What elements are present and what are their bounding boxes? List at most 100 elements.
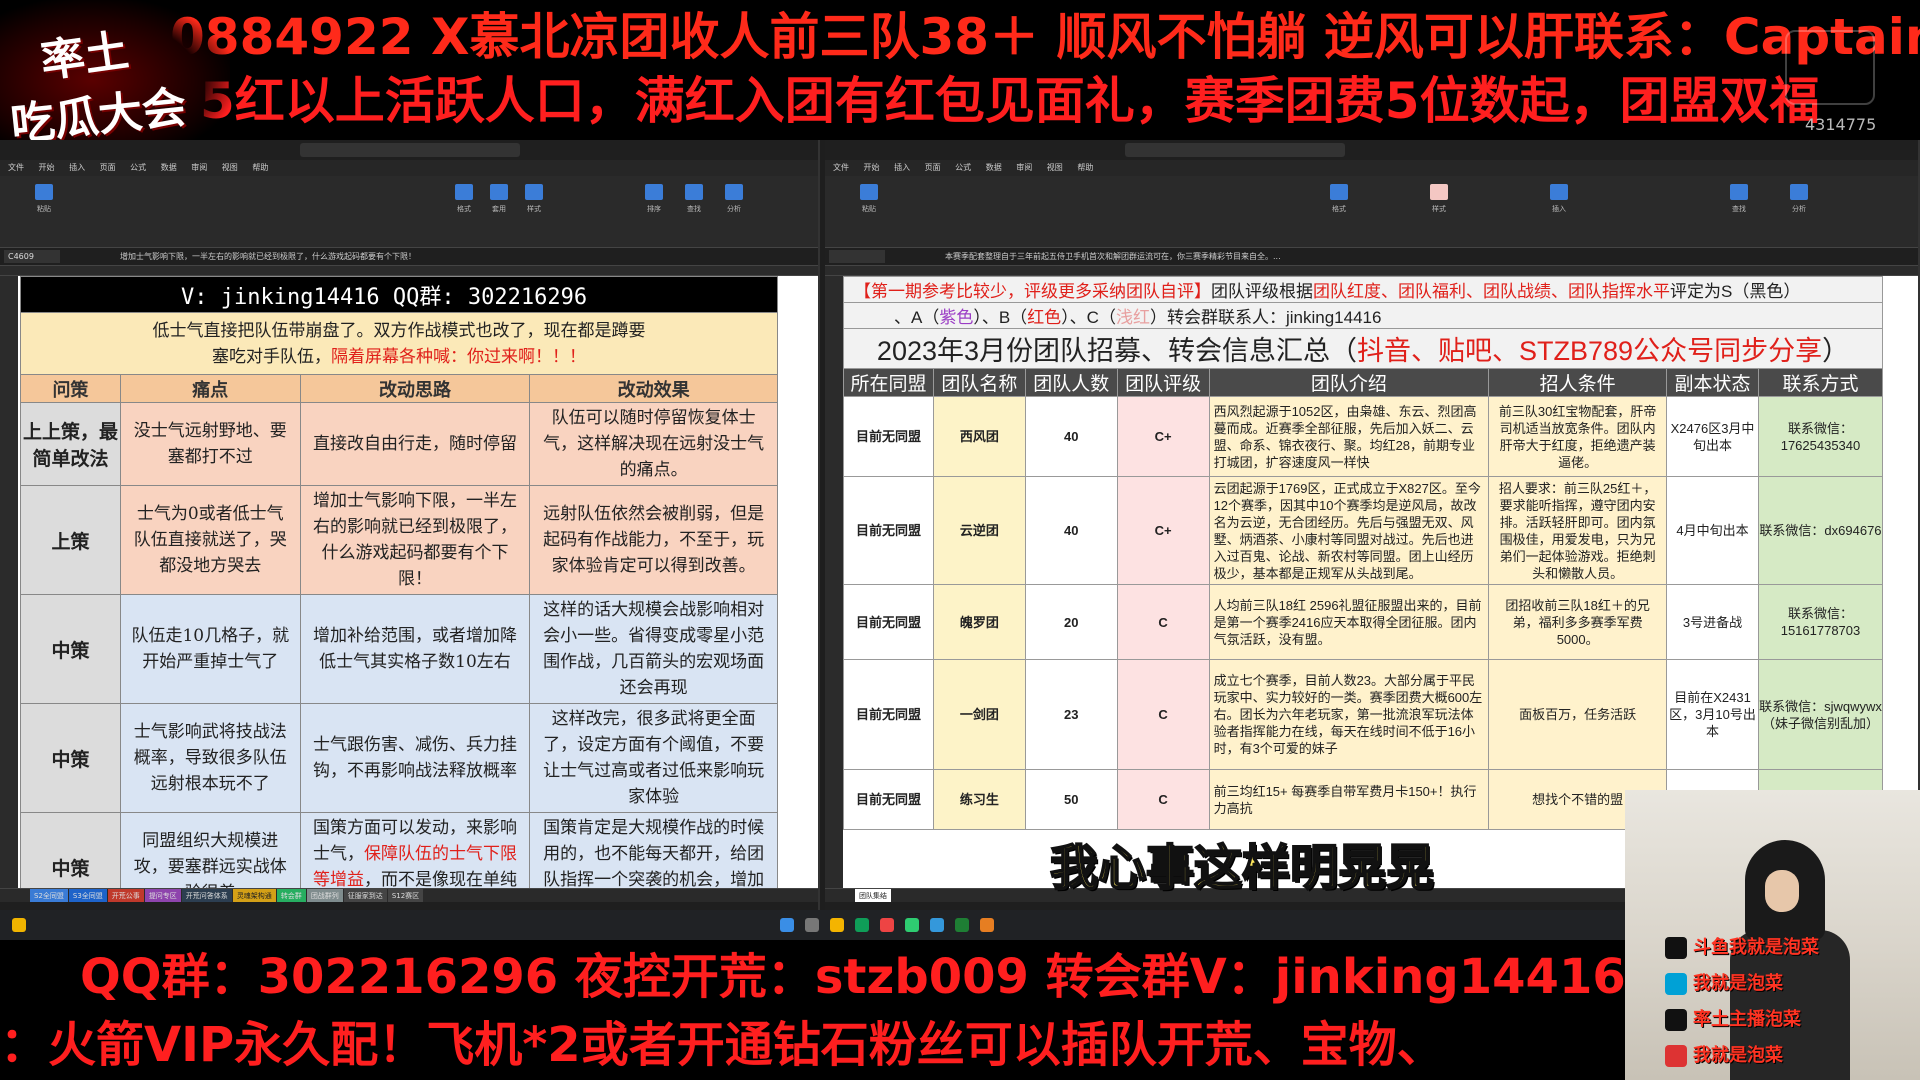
idea-cell: 直接改自由行走，随时停留 xyxy=(299,402,531,486)
stream-logo: 率土 吃瓜大会 xyxy=(0,0,230,160)
sheet-tab[interactable]: 开荒问答体系 xyxy=(181,889,232,902)
social-handle: 率土主播泡菜 xyxy=(1665,1002,1915,1038)
requirement-cell: 面板百万，任务活跃 xyxy=(1488,659,1668,770)
team-size-cell: 23 xyxy=(1024,659,1118,770)
insert-icon xyxy=(1550,184,1568,200)
top-banner-line1: 0884922 X慕北凉团收人前三队38＋ 顺风不怕躺 逆风可以肝联系：Capt… xyxy=(170,8,1920,66)
alliance-cell: 目前无同盟 xyxy=(843,659,934,770)
wechat-icon[interactable] xyxy=(905,918,919,932)
sheet-tab[interactable]: 开荒公事 xyxy=(107,889,144,902)
pain-cell: 士气影响武将技战法概率，导致很多队伍远射根本玩不了 xyxy=(119,703,301,813)
row-numbers xyxy=(0,276,18,888)
cell-style-button[interactable]: 样式 xyxy=(520,184,548,224)
col-header: 团队评级 xyxy=(1116,368,1210,397)
toutiao-icon xyxy=(1665,1045,1687,1067)
folder-icon[interactable] xyxy=(830,918,844,932)
qq-icon[interactable] xyxy=(930,918,944,932)
sheet-tab[interactable]: 征服家到达 xyxy=(343,889,387,902)
sort-button[interactable]: 排序 xyxy=(640,184,668,224)
col-header: 副本状态 xyxy=(1666,368,1759,397)
sheet-tab[interactable]: 转会群 xyxy=(276,889,306,902)
menu-bar: 文件 开始 插入 页面 公式 数据 审阅 视图 帮助 xyxy=(825,160,1918,176)
ribbon: 粘贴 格式 样式 插入 查找 分析 xyxy=(825,176,1918,248)
name-box[interactable] xyxy=(829,250,885,263)
paste-button[interactable]: 粘贴 xyxy=(855,184,883,224)
sheet-area[interactable]: V: jinking14416 QQ群: 302216296 低士气直接把队伍带… xyxy=(0,276,818,888)
col-header: 所在同盟 xyxy=(843,368,934,397)
format-icon xyxy=(1330,184,1348,200)
status-cell: 4月中旬出本 xyxy=(1666,476,1759,585)
app-icon[interactable] xyxy=(880,918,894,932)
start-icon[interactable] xyxy=(780,918,794,932)
conditional-format-button[interactable]: 格式 xyxy=(450,184,478,224)
contact-cell: 联系微信：dx694676 xyxy=(1757,476,1884,585)
search-box[interactable] xyxy=(300,143,520,157)
find-button[interactable]: 查找 xyxy=(1725,184,1753,224)
pain-cell: 同盟组织大规模进攻，要塞群远实战体验很差 xyxy=(119,812,301,888)
recruit-table: 【第一期参考比较少，评级更多采纳团队自评】团队评级根据团队红度、团队福利、团队战… xyxy=(843,276,1884,830)
intro-cell: 前三均红15+ 每赛季自带军费月卡150+！执行力高抗 xyxy=(1208,769,1490,830)
col-header: 问策 xyxy=(20,374,121,403)
note-cell: 低士气直接把队伍带崩盘了。双方作战模式也改了，现在都是蹲要 塞吃对手队伍，隔着屏… xyxy=(20,312,778,375)
col-header: 招人条件 xyxy=(1488,368,1668,397)
formula-text: 本赛季配套整理自于三年前起五侍卫手机首次和解团群运流可在，你三赛季精彩节目来自全… xyxy=(945,252,1281,261)
team-name-cell: 云逆团 xyxy=(932,476,1026,585)
analyze-icon xyxy=(725,184,743,200)
requirement-cell: 招人要求：前三队25红＋，要求能听指挥，遵守团内安排。活跃轻肝即可。团内氛围极佳… xyxy=(1488,476,1668,585)
sheet-tab[interactable]: S3全同盟 xyxy=(68,889,107,902)
team-size-cell: 20 xyxy=(1024,584,1118,660)
rating-a: 、A（ xyxy=(894,308,940,327)
title-red: 抖音、贴吧、STZB789公众号同步分享 xyxy=(1357,336,1823,366)
social-handle: 我就是泡菜 xyxy=(1665,1038,1915,1074)
table-row: 目前无同盟 云逆团 40 C+ 云团起源于1769区，正式成立于X827区。至今… xyxy=(843,476,1884,585)
table-row: 目前无同盟 西风团 40 C+ 西风烈起源于1052区，由枭雄、东云、烈团高蔓而… xyxy=(843,396,1884,477)
sheet-tab[interactable]: 提问专区 xyxy=(144,889,181,902)
analyze-button[interactable]: 分析 xyxy=(1785,184,1813,224)
rating-b: ）、B（ xyxy=(973,308,1028,327)
sheet-tab[interactable]: 团战群列 xyxy=(306,889,343,902)
search-box[interactable] xyxy=(1125,143,1345,157)
intro-cell: 西风烈起源于1052区，由枭雄、东云、烈团高蔓而成。近赛季全部征服，先后加入妖二… xyxy=(1208,396,1490,477)
name-box[interactable]: C4609 xyxy=(4,250,60,263)
analyze-button[interactable]: 分析 xyxy=(720,184,748,224)
rating-a-color: 紫色 xyxy=(939,308,974,327)
alliance-cell: 目前无同盟 xyxy=(843,584,934,660)
sheet-tab[interactable]: 团队集结 xyxy=(855,889,891,902)
formula-bar[interactable]: C4609 增加士气影响下限，一半左右的影响就已经到极限了，什么游戏起码都要有个… xyxy=(0,248,818,266)
douyu-watermark: 4314775 xyxy=(1745,25,1920,135)
formula-bar[interactable]: 本赛季配套整理自于三年前起五侍卫手机首次和解团群运流可在，你三赛季精彩节目来自全… xyxy=(825,248,1918,266)
team-size-cell: 50 xyxy=(1024,769,1118,830)
style-icon xyxy=(1430,184,1448,200)
sheet-tab[interactable]: 灵魂架构通 xyxy=(232,889,276,902)
search-icon[interactable] xyxy=(805,918,819,932)
paste-button[interactable]: 粘贴 xyxy=(30,184,58,224)
sheet-tab[interactable]: S12赛区 xyxy=(387,889,424,902)
requirement-cell: 前三队30红宝物配套，肝帝司机适当放宽条件。团队内肝帝大于红度，拒绝遗产装逼佬。 xyxy=(1488,396,1668,477)
menu-bar: 文件 开始 插入 页面 公式 数据 审阅 视图 帮助 xyxy=(0,160,818,176)
find-icon xyxy=(1730,184,1748,200)
excel-icon[interactable] xyxy=(955,918,969,932)
browser-icon[interactable] xyxy=(855,918,869,932)
sheet-tab[interactable]: S2全同盟 xyxy=(30,889,68,902)
contact-cell: 联系微信：sjwqwywx（妹子微信别乱加） xyxy=(1757,659,1884,770)
note-line1: 低士气直接把队伍带崩盘了。双方作战模式也改了，现在都是蹲要 xyxy=(152,320,646,341)
rating-contact: ）转会群联系人：jinking14416 xyxy=(1149,308,1382,327)
find-button[interactable]: 查找 xyxy=(680,184,708,224)
idea-cell: 国策方面可以发动，来影响士气，保障队伍的士气下限等增益，而不是像现在单纯加士气点 xyxy=(299,812,531,888)
style-gallery[interactable]: 样式 xyxy=(1425,184,1453,224)
insert-button[interactable]: 插入 xyxy=(1545,184,1573,224)
status-cell: 目前在X2431区，3月10号出本 xyxy=(1666,659,1759,770)
app-icon[interactable] xyxy=(980,918,994,932)
status-cell: 3号进备战 xyxy=(1666,584,1759,660)
rating-c: ）、C（ xyxy=(1061,308,1116,327)
excel-window-left: 文件 开始 插入 页面 公式 数据 审阅 视图 帮助 粘贴 格式 套用 样式 排… xyxy=(0,140,820,914)
social-handle: 我就是泡菜 xyxy=(1665,966,1915,1002)
top-banner-line2: 5红以上活跃人口，满红入团有红包见面礼，赛季团费5位数起，团盟双福 xyxy=(200,72,1820,130)
rating-cell: C xyxy=(1116,769,1210,830)
title-bar xyxy=(825,140,1918,160)
lyric-subtitle: 我心事这样明晃晃 xyxy=(1049,839,1435,897)
table-format-button[interactable]: 套用 xyxy=(485,184,513,224)
handle-text: 斗鱼我就是泡菜 xyxy=(1693,937,1819,958)
table-row: 中策 士气影响武将技战法概率，导致很多队伍远射根本玩不了 士气跟伤害、减伤、兵力… xyxy=(20,703,778,813)
conditional-format-button[interactable]: 格式 xyxy=(1325,184,1353,224)
